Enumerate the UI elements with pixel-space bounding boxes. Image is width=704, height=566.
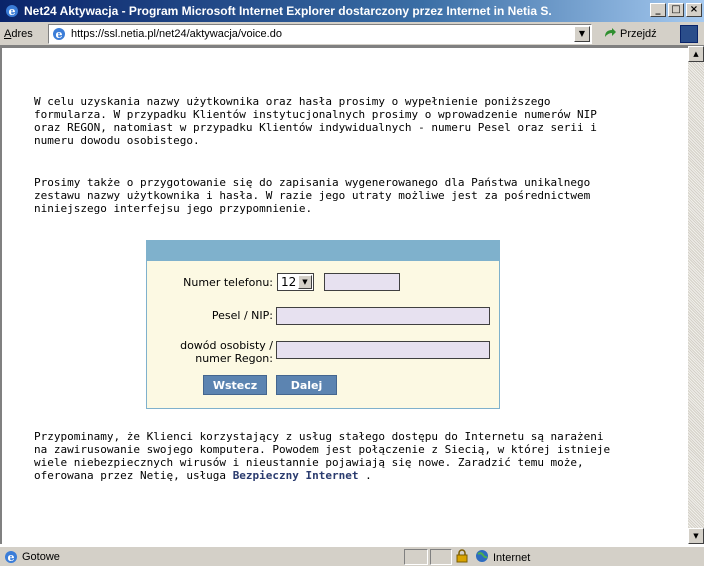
ie-icon: e — [4, 3, 20, 19]
info-paragraph: Prosimy także o przygotowanie się do zap… — [34, 176, 591, 215]
id-label: dowód osobisty / numer Regon: — [180, 339, 273, 365]
minimize-button[interactable]: _ — [650, 3, 666, 17]
go-arrow-icon — [602, 26, 618, 42]
zone-label: Internet — [493, 551, 531, 564]
svg-text:e: e — [56, 28, 63, 41]
window-title-bar[interactable]: e Net24 Aktywacja - Program Microsoft In… — [0, 0, 704, 22]
address-label: Adres — [4, 27, 33, 40]
address-input[interactable]: e https://ssl.netia.pl/net24/aktywacja/v… — [48, 23, 592, 44]
activation-form: Numer telefonu: 12 ▼ Pesel / NIP: dowód … — [146, 240, 500, 409]
chevron-down-icon[interactable]: ▼ — [298, 275, 312, 289]
svg-text:e: e — [9, 5, 16, 18]
scroll-down-icon[interactable]: ▼ — [688, 528, 704, 544]
go-label: Przejdź — [620, 27, 657, 40]
windows-logo-icon — [680, 25, 698, 43]
window-title: Net24 Aktywacja - Program Microsoft Inte… — [24, 4, 552, 18]
status-cell — [430, 549, 452, 565]
lock-icon — [455, 549, 469, 566]
secure-internet-link[interactable]: Bezpieczny Internet — [233, 469, 359, 482]
page-icon: e — [51, 26, 67, 42]
status-cell — [404, 549, 428, 565]
back-button[interactable]: Wstecz — [203, 375, 267, 395]
page-status-icon: e — [4, 550, 18, 564]
pesel-input[interactable] — [276, 307, 490, 325]
phone-label: Numer telefonu: — [183, 276, 273, 289]
next-button[interactable]: Dalej — [276, 375, 337, 395]
vertical-scrollbar[interactable]: ▲ ▼ — [688, 46, 704, 544]
globe-icon — [475, 549, 489, 566]
id-number-input[interactable] — [276, 341, 490, 359]
go-button[interactable]: Przejdź — [602, 26, 657, 42]
pesel-label: Pesel / NIP: — [211, 309, 273, 322]
address-dropdown-icon[interactable]: ▼ — [574, 25, 590, 42]
status-text: Gotowe — [22, 550, 60, 563]
close-button[interactable]: × — [686, 3, 702, 17]
security-zone: Internet — [455, 549, 530, 566]
phone-prefix-value: 12 — [281, 275, 297, 289]
form-header-bar — [147, 241, 499, 261]
address-toolbar: Adres e https://ssl.netia.pl/net24/aktyw… — [0, 22, 704, 46]
url-text[interactable]: https://ssl.netia.pl/net24/aktywacja/voi… — [71, 28, 282, 40]
phone-number-input[interactable] — [324, 273, 400, 291]
phone-prefix-select[interactable]: 12 ▼ — [277, 273, 314, 291]
svg-text:e: e — [8, 551, 15, 564]
maximize-button[interactable]: □ — [668, 3, 684, 17]
scroll-up-icon[interactable]: ▲ — [688, 46, 704, 62]
security-paragraph: Przypominamy, że Klienci korzystający z … — [34, 430, 611, 482]
status-bar: e Gotowe Internet — [0, 546, 704, 566]
intro-paragraph: W celu uzyskania nazwy użytkownika oraz … — [34, 95, 597, 147]
